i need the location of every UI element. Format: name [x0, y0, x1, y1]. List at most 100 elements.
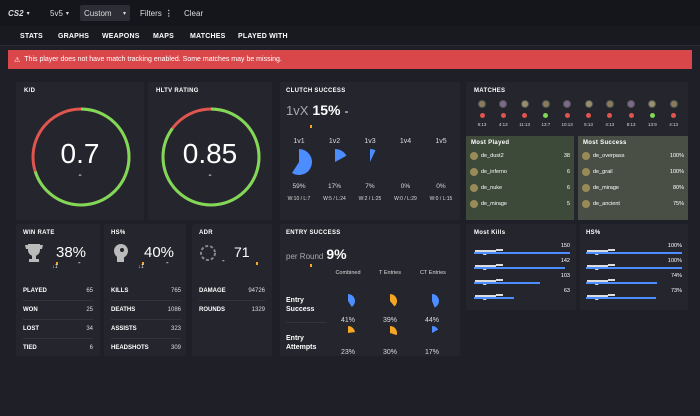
- clear-button[interactable]: Clear: [180, 5, 207, 21]
- clutch-pie: [370, 149, 376, 162]
- match-item[interactable]: 4:13: [493, 100, 513, 127]
- match-item[interactable]: 10:13: [557, 100, 577, 127]
- match-score: 9:13: [477, 122, 487, 127]
- clutch-pie: [428, 149, 454, 175]
- custom-select[interactable]: Custom ▾: [80, 5, 130, 21]
- map-row[interactable]: de_grail 100%: [582, 166, 684, 177]
- match-item[interactable]: 5:13: [579, 100, 599, 127]
- stat-value: 1329: [251, 307, 265, 313]
- tab-maps[interactable]: MAPS: [153, 33, 174, 40]
- weapon-row[interactable]: 150: [474, 242, 570, 257]
- tab-graphs[interactable]: GRAPHS: [58, 33, 89, 40]
- weapon-bar: [474, 297, 515, 299]
- weapon-row[interactable]: 103: [474, 272, 570, 287]
- match-item[interactable]: 8:13: [621, 100, 641, 127]
- weapon-bar: [586, 267, 682, 269]
- clutch-col-wl: W:10 / L:7: [287, 196, 311, 202]
- mode-select[interactable]: 5v5 ▾: [46, 5, 73, 21]
- clutch-col-name: 1v1: [293, 138, 305, 145]
- winrate-value: 38%: [56, 244, 87, 261]
- hs-title: HS%: [111, 230, 126, 236]
- stat-value: 65: [86, 288, 93, 294]
- stat-label: DEATHS: [111, 307, 136, 313]
- tab-weapons[interactable]: WEAPONS: [102, 33, 140, 40]
- chevron-down-icon: ▾: [26, 10, 30, 17]
- most-success-list: de_overpass 100% de_grail 100% de_mirage 80% d…: [578, 150, 688, 209]
- clutch-col-name: 1v5: [435, 138, 447, 145]
- hs-stats: KILLS 765 DEATHS 1086 ASSISTS 323 HEADSHOTS 309: [111, 284, 181, 355]
- entry-pct: 44%: [425, 317, 440, 324]
- result-dot: [671, 113, 677, 118]
- map-icon: [582, 199, 590, 208]
- map-row[interactable]: de_dust2 38: [470, 150, 570, 161]
- match-score: 4:13: [669, 122, 679, 127]
- adr-sub: -: [222, 256, 225, 265]
- entry-attempts-pie-1: 30%: [383, 326, 397, 356]
- match-item[interactable]: 4:13: [600, 100, 620, 127]
- clutch-pie: [334, 149, 346, 162]
- winrate-arrow: ↓1: [52, 264, 58, 270]
- weapon-bar: [474, 282, 541, 284]
- weapon-row[interactable]: 100%: [586, 242, 682, 257]
- match-item[interactable]: 4:13: [664, 100, 684, 127]
- most-success-card[interactable]: Most Success de_overpass 100% de_grail 100%…: [578, 136, 688, 220]
- match-score: 13:9: [648, 122, 657, 127]
- map-row[interactable]: de_inferno 6: [470, 166, 570, 177]
- clutch-col-name: 1v3: [364, 138, 376, 145]
- clutch-col-1v5: 1v5 0% W:0 / L:15: [424, 138, 458, 202]
- clutch-col-1v2: 1v2 17% W:5 / L:24: [318, 138, 352, 202]
- entry-pct: 17%: [425, 349, 440, 356]
- kd-value: 0.7: [60, 138, 100, 169]
- most-kills-panel: Most Kills 150 142 103 63: [466, 224, 576, 310]
- map-row[interactable]: de_overpass 100%: [582, 150, 684, 161]
- stat-row: HEADSHOTS 309: [111, 341, 181, 355]
- clutch-label: 1vX: [286, 103, 309, 118]
- entry-attempts-pie-2: 17%: [425, 326, 439, 356]
- stat-row: PLAYED 65: [23, 284, 93, 298]
- more-vertical-icon: ⋮: [164, 8, 173, 18]
- map-row[interactable]: de_nuke 6: [470, 182, 570, 193]
- map-row[interactable]: de_ancient 75%: [582, 198, 684, 209]
- entry-pies: 41% 39% 44% 23% 30% 17%: [280, 224, 460, 356]
- map-name: de_dust2: [481, 152, 504, 159]
- weapon-icon-wrap: [474, 287, 504, 305]
- most-played-title: Most Played: [471, 140, 510, 146]
- clutch-col-name: 1v4: [399, 138, 412, 145]
- entry-pie: [348, 326, 355, 333]
- winrate-title: WIN RATE: [23, 230, 55, 236]
- map-name: de_mirage: [593, 184, 619, 191]
- map-row[interactable]: de_mirage 5: [470, 198, 570, 209]
- map-row[interactable]: de_mirage 80%: [582, 182, 684, 193]
- entry-pie: [390, 294, 397, 307]
- adr-ring-icon: [200, 245, 216, 261]
- stat-divider: [111, 300, 181, 301]
- entry-attempts-pie-0: 23%: [341, 326, 355, 356]
- tab-stats[interactable]: STATS: [20, 33, 43, 40]
- weapon-row[interactable]: 63: [474, 287, 570, 302]
- map-value: 80%: [672, 184, 684, 191]
- matches-title: MATCHES: [474, 88, 506, 94]
- weapon-row[interactable]: 73%: [586, 287, 682, 302]
- cs2-logo: CS2: [8, 8, 24, 18]
- weapon-row[interactable]: 142: [474, 257, 570, 272]
- match-item[interactable]: 13:9: [642, 100, 662, 127]
- entry-pct: 41%: [341, 317, 356, 324]
- adr-value: 71: [234, 244, 250, 260]
- entry-pct: 23%: [341, 349, 356, 356]
- match-item[interactable]: 13:7: [536, 100, 556, 127]
- map-icon: [520, 100, 529, 108]
- filters-button[interactable]: Filters ⋮: [136, 5, 177, 21]
- tab-matches[interactable]: MATCHES: [190, 33, 226, 40]
- mode-select-value: 5v5: [50, 8, 63, 18]
- most-played-card[interactable]: Most Played de_dust2 38 de_inferno 6 de_nuke…: [466, 136, 574, 220]
- match-item[interactable]: 11:13: [515, 100, 535, 127]
- entry-success-pie-1: 39%: [383, 294, 397, 324]
- weapon-row[interactable]: 74%: [586, 272, 682, 287]
- map-icon: [478, 100, 486, 108]
- weapon-row[interactable]: 100%: [586, 257, 682, 272]
- map-value: 75%: [672, 200, 684, 207]
- tab-played-with[interactable]: PLAYED WITH: [238, 33, 288, 40]
- match-item[interactable]: 9:13: [472, 100, 492, 127]
- entry-pie: [432, 326, 439, 333]
- game-select[interactable]: CS2 ▾: [4, 5, 34, 21]
